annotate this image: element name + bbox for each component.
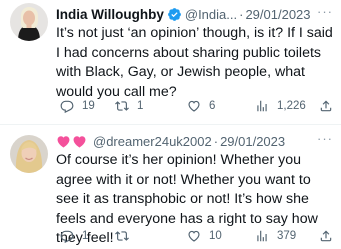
retweet-button[interactable] bbox=[115, 227, 137, 245]
tweet[interactable]: @dreamer24uk2002 · 29/01/2023 ··· Of cou… bbox=[0, 124, 341, 246]
avatar[interactable] bbox=[10, 135, 48, 173]
share-button[interactable] bbox=[319, 227, 333, 245]
display-name[interactable]: India Willoughby bbox=[56, 7, 164, 22]
views-icon bbox=[257, 230, 267, 242]
like-count: 6 bbox=[209, 100, 216, 112]
share-icon bbox=[320, 100, 332, 112]
tweet-actions: 19 1 6 1,226 bbox=[60, 97, 333, 115]
views-button[interactable]: 1,226 bbox=[255, 97, 306, 115]
heart-icon bbox=[188, 230, 200, 242]
like-button[interactable]: 10 bbox=[187, 227, 222, 245]
tweet[interactable]: India Willoughby @India... · 29/01/2023 … bbox=[0, 0, 341, 124]
pink-heart-icon bbox=[57, 135, 70, 147]
share-icon bbox=[320, 230, 332, 242]
tweet-date[interactable]: 29/01/2023 bbox=[245, 7, 310, 22]
separator-dot: · bbox=[213, 133, 219, 149]
views-count: 379 bbox=[277, 230, 297, 242]
more-options-icon[interactable]: ··· bbox=[317, 4, 333, 19]
reply-icon bbox=[60, 100, 74, 113]
retweet-count: 1 bbox=[137, 100, 144, 112]
verified-badge-icon bbox=[167, 7, 181, 21]
retweet-icon bbox=[115, 231, 129, 241]
retweet-icon bbox=[115, 101, 129, 111]
tweet-header: India Willoughby @India... · 29/01/2023 … bbox=[56, 4, 333, 24]
reply-count: 1 bbox=[82, 230, 89, 242]
like-count: 10 bbox=[209, 230, 222, 242]
reply-button[interactable]: 1 bbox=[60, 227, 88, 245]
display-name-emoji[interactable] bbox=[56, 134, 87, 149]
tweet-text: It’s not just ‘an opinion’ though, is it… bbox=[56, 25, 333, 100]
pink-heart-icon bbox=[73, 135, 86, 147]
reply-icon bbox=[60, 230, 74, 243]
views-count: 1,226 bbox=[277, 100, 306, 112]
reply-count: 19 bbox=[82, 100, 95, 112]
views-button[interactable]: 379 bbox=[255, 227, 296, 245]
tweet-header: @dreamer24uk2002 · 29/01/2023 ··· bbox=[56, 131, 333, 151]
reply-button[interactable]: 19 bbox=[60, 97, 95, 115]
more-options-icon[interactable]: ··· bbox=[317, 131, 333, 146]
separator-dot: · bbox=[239, 6, 244, 22]
heart-icon bbox=[188, 100, 200, 112]
user-handle[interactable]: @dreamer24uk2002 bbox=[93, 134, 212, 149]
tweet-date[interactable]: 29/01/2023 bbox=[220, 134, 285, 149]
like-button[interactable]: 6 bbox=[187, 97, 215, 115]
share-button[interactable] bbox=[319, 97, 333, 115]
avatar[interactable] bbox=[10, 3, 48, 41]
retweet-button[interactable]: 1 bbox=[115, 97, 143, 115]
views-icon bbox=[257, 100, 267, 112]
user-handle[interactable]: @India... bbox=[185, 7, 237, 22]
tweet-actions: 1 10 379 bbox=[60, 227, 333, 245]
